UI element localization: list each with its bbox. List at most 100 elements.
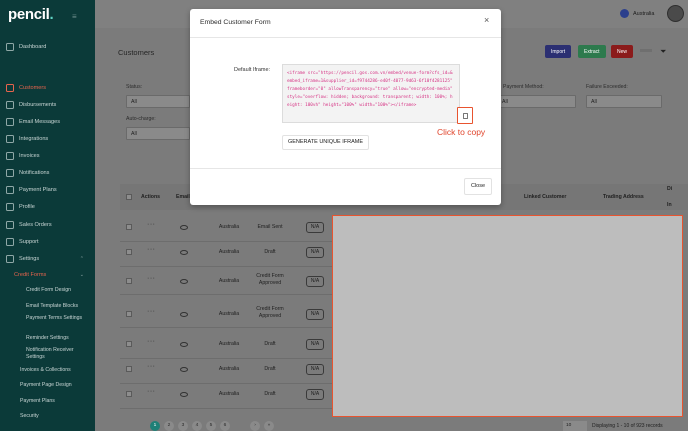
column-linked-customer[interactable]: Linked Customer <box>524 194 566 200</box>
last-page-icon[interactable]: » <box>264 421 274 431</box>
row-actions-icon[interactable]: ··· <box>147 363 156 370</box>
modal-header: Embed Customer Form × <box>190 9 501 38</box>
row-actions-icon[interactable]: ··· <box>147 246 156 253</box>
close-button[interactable]: Close <box>464 178 492 195</box>
page-1-button[interactable]: 1 <box>150 421 160 431</box>
new-button[interactable]: New <box>611 45 634 58</box>
view-icon[interactable] <box>180 367 188 372</box>
default-iframe-label: Default Iframe: <box>234 67 271 73</box>
view-icon[interactable] <box>180 279 188 284</box>
row-checkbox[interactable] <box>126 249 132 255</box>
sidebar-item-sales-orders[interactable]: Sales Orders <box>6 219 92 230</box>
sidebar-sub-payment-page-design[interactable]: Payment Page Design <box>20 382 86 389</box>
failure-filter-select[interactable]: All <box>586 95 662 108</box>
table-row: ··· Australia Draft N/A <box>120 380 332 409</box>
page-3-button[interactable]: 3 <box>178 421 188 431</box>
filter-icon[interactable]: ⏷ <box>660 47 666 57</box>
row-status: Draft <box>264 366 276 372</box>
row-actions-icon[interactable]: ··· <box>147 338 156 345</box>
table-row: ··· Australia Credit Form Approved N/A <box>120 299 332 328</box>
sidebar-item-disbursements[interactable]: Disbursements <box>6 99 92 110</box>
row-checkbox[interactable] <box>126 391 132 397</box>
row-checkbox[interactable] <box>126 341 132 347</box>
sidebar-sub-notification-receiver[interactable]: Notification Receiver Settings <box>26 347 92 360</box>
sidebar-item-profile[interactable]: Profile <box>6 201 92 212</box>
row-country: Australia <box>218 366 240 372</box>
close-icon[interactable]: × <box>484 15 489 25</box>
sidebar-item-payment-plans[interactable]: Payment Plans <box>6 184 92 195</box>
column-actions: Actions <box>141 194 161 200</box>
status-badge: N/A <box>306 276 324 287</box>
autocharge-filter-label: Auto-charge: <box>126 116 156 122</box>
row-checkbox[interactable] <box>126 224 132 230</box>
status-badge: N/A <box>306 389 324 400</box>
copy-button[interactable] <box>457 107 473 124</box>
sidebar-item-invoices[interactable]: Invoices <box>6 150 92 161</box>
view-icon[interactable] <box>180 312 188 317</box>
chevron-up-icon: ⌃ <box>79 255 84 262</box>
status-badge: N/A <box>306 222 324 233</box>
column-trading-address[interactable]: Trading Address <box>603 194 644 200</box>
row-actions-icon[interactable]: ··· <box>147 221 156 228</box>
row-checkbox[interactable] <box>126 311 132 317</box>
import-button[interactable]: Import <box>545 45 572 58</box>
sidebar-sub-reminder-settings[interactable]: Reminder Settings <box>26 335 92 342</box>
extract-button[interactable]: Extract <box>578 45 606 58</box>
sidebar-sub-invoices-collections[interactable]: Invoices & Collections <box>20 367 86 374</box>
sidebar-item-settings[interactable]: Settings ⌃ <box>6 253 92 264</box>
row-checkbox[interactable] <box>126 278 132 284</box>
column-in[interactable]: In <box>667 202 672 208</box>
view-icon[interactable] <box>180 392 188 397</box>
generate-unique-iframe-button[interactable]: GENERATE UNIQUE IFRAME <box>282 135 369 150</box>
select-all-checkbox[interactable] <box>126 194 132 200</box>
row-checkbox[interactable] <box>126 366 132 372</box>
row-actions-icon[interactable]: ··· <box>147 308 156 315</box>
copy-icon <box>462 112 468 119</box>
row-actions-icon[interactable]: ··· <box>147 275 156 282</box>
sidebar-item-notifications[interactable]: Notifications <box>6 167 92 178</box>
view-icon[interactable] <box>180 225 188 230</box>
sidebar-sub-payment-plans[interactable]: Payment Plans <box>20 398 86 405</box>
row-actions-icon[interactable]: ··· <box>147 388 156 395</box>
sidebar-item-integrations[interactable]: Integrations <box>6 133 92 144</box>
settings-icon <box>6 254 14 263</box>
page-2-button[interactable]: 2 <box>164 421 174 431</box>
support-icon <box>6 237 14 246</box>
next-page-icon[interactable]: › <box>250 421 260 431</box>
autocharge-filter-select[interactable]: All <box>126 127 190 140</box>
row-country: Australia <box>218 311 240 317</box>
row-status: Credit Form Approved <box>256 306 284 319</box>
sidebar-item-dashboard[interactable]: Dashboard <box>6 41 92 52</box>
country-selector[interactable]: Australia <box>620 9 654 18</box>
sidebar-sub-payment-terms[interactable]: Payment Terms Settings <box>26 315 92 322</box>
table-row: ··· Australia Draft N/A <box>120 238 332 267</box>
sidebar-sub-credit-form-design[interactable]: Credit Form Design <box>26 287 92 294</box>
sidebar-item-credit-forms[interactable]: Credit Forms ⌄ <box>14 269 92 280</box>
page-6-button[interactable]: 6 <box>220 421 230 431</box>
sidebar-sub-security[interactable]: Security <box>20 413 86 420</box>
column-email[interactable]: Email <box>176 194 190 200</box>
email-icon <box>6 117 14 126</box>
app-logo[interactable]: pencil. <box>8 6 54 23</box>
pagination-info: Displaying 1 - 10 of 923 records <box>592 423 663 429</box>
row-status: Draft <box>264 391 276 397</box>
page-4-button[interactable]: 4 <box>192 421 202 431</box>
sidebar-item-customers[interactable]: Customers <box>6 82 92 93</box>
chevron-down-icon: ⌄ <box>79 271 84 278</box>
page-size-select[interactable]: 10 <box>563 421 587 431</box>
iframe-code-box[interactable]: <iframe src="https://pencil.gos.com.vn/e… <box>282 64 460 123</box>
payment-method-filter-select[interactable]: All <box>500 95 576 108</box>
view-icon[interactable] <box>180 342 188 347</box>
status-filter-select[interactable]: All <box>126 95 190 108</box>
avatar[interactable] <box>667 5 684 22</box>
sidebar-sub-email-template-blocks[interactable]: Email Template Blocks <box>26 303 92 310</box>
row-status: Draft <box>264 249 276 255</box>
embed-customer-form-modal: Embed Customer Form × Default Iframe: <i… <box>190 9 501 205</box>
sidebar-collapse-icon[interactable]: ≡ <box>72 12 77 21</box>
view-icon[interactable] <box>180 250 188 255</box>
sidebar-item-support[interactable]: Support <box>6 236 92 247</box>
column-di[interactable]: Di <box>667 186 672 192</box>
sidebar-item-email-messages[interactable]: Email Messages <box>6 116 92 127</box>
modal-footer-divider <box>190 168 501 169</box>
page-5-button[interactable]: 5 <box>206 421 216 431</box>
